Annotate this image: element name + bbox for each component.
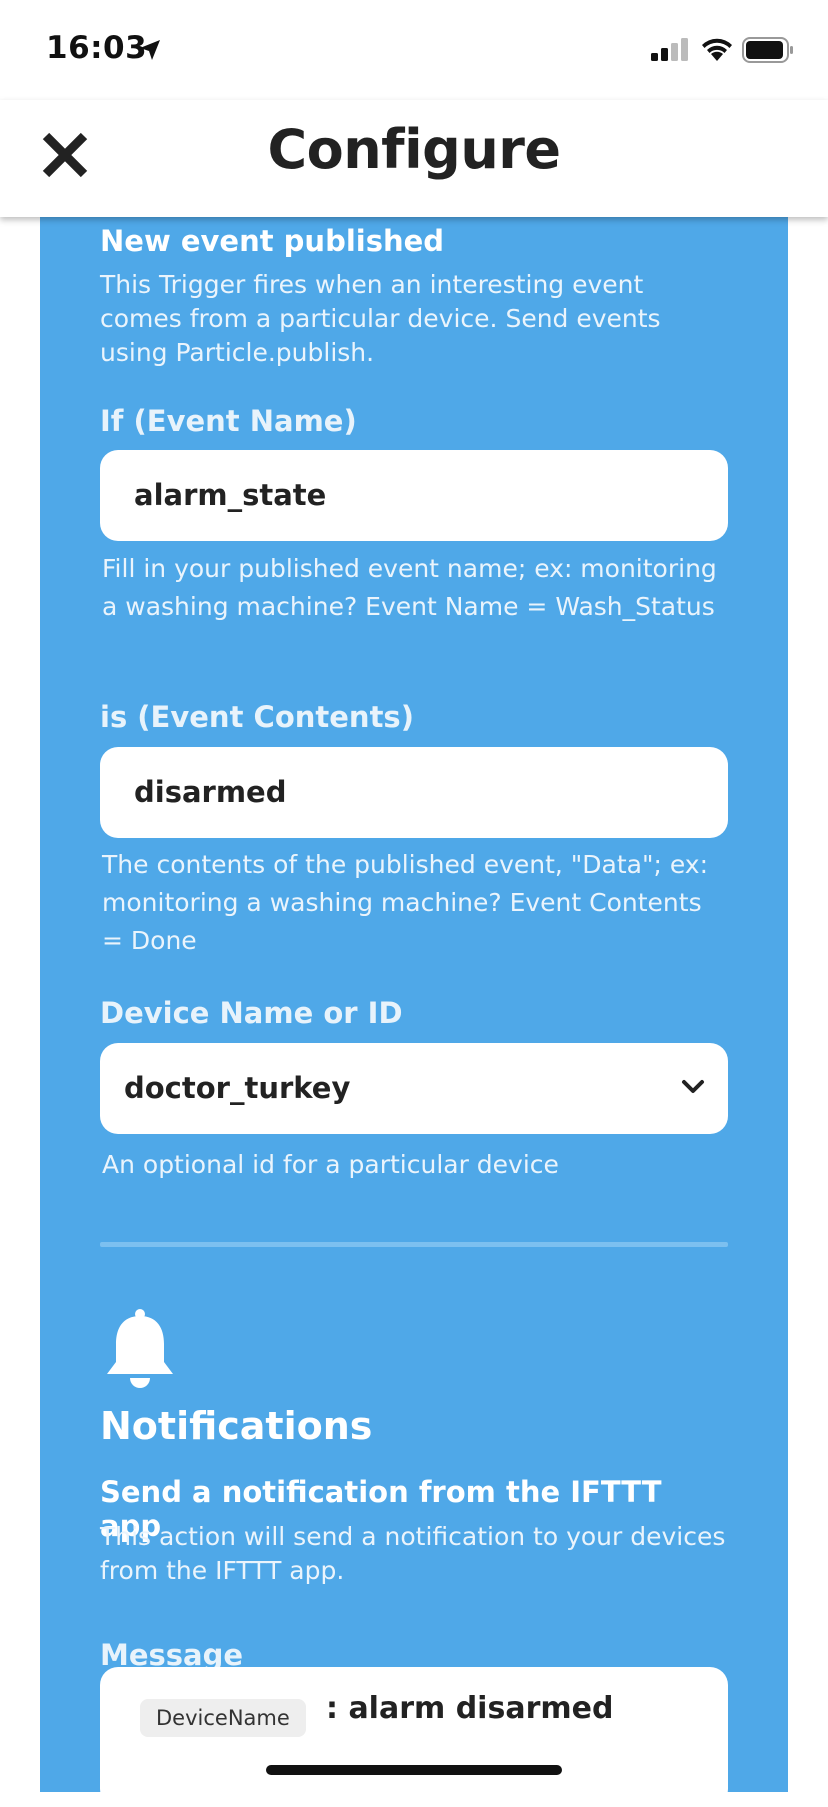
page-title: Configure	[267, 118, 561, 181]
event-contents-help: The contents of the published event, "Da…	[102, 850, 709, 955]
header-bar: Configure	[0, 100, 828, 217]
status-time: 16:03	[46, 30, 148, 66]
wifi-icon	[702, 38, 732, 61]
status-bar: 16:03	[0, 0, 828, 100]
device-value: doctor_turkey	[124, 1071, 351, 1105]
event-contents-label: is (Event Contents)	[100, 700, 414, 734]
location-arrow-icon	[140, 40, 160, 60]
home-indicator[interactable]	[266, 1765, 562, 1775]
message-text: : alarm disarmed	[326, 1691, 614, 1726]
battery-icon	[742, 37, 793, 63]
event-name-help: Fill in your published event name; ex: m…	[102, 554, 717, 621]
section-divider	[100, 1242, 728, 1247]
trigger-description: This Trigger fires when an interesting e…	[100, 270, 661, 367]
chevron-down-icon	[682, 1080, 704, 1093]
service-title: Notifications	[100, 1404, 373, 1448]
device-label: Device Name or ID	[100, 996, 403, 1030]
event-name-value: alarm_state	[134, 478, 327, 512]
event-contents-value: disarmed	[134, 775, 287, 809]
event-name-input[interactable]: alarm_state	[100, 450, 728, 541]
action-description: This action will send a notification to …	[100, 1522, 726, 1585]
event-name-label: If (Event Name)	[100, 404, 357, 438]
trigger-title: New event published	[100, 224, 445, 258]
device-select[interactable]: doctor_turkey	[100, 1043, 728, 1134]
device-help: An optional id for a particular device	[102, 1150, 559, 1179]
message-input[interactable]: DeviceName : alarm disarmed	[100, 1667, 728, 1807]
event-contents-input[interactable]: disarmed	[100, 747, 728, 838]
ingredient-chip[interactable]: DeviceName	[140, 1699, 306, 1737]
bell-icon	[107, 1309, 173, 1388]
cellular-signal-icon	[651, 38, 688, 61]
